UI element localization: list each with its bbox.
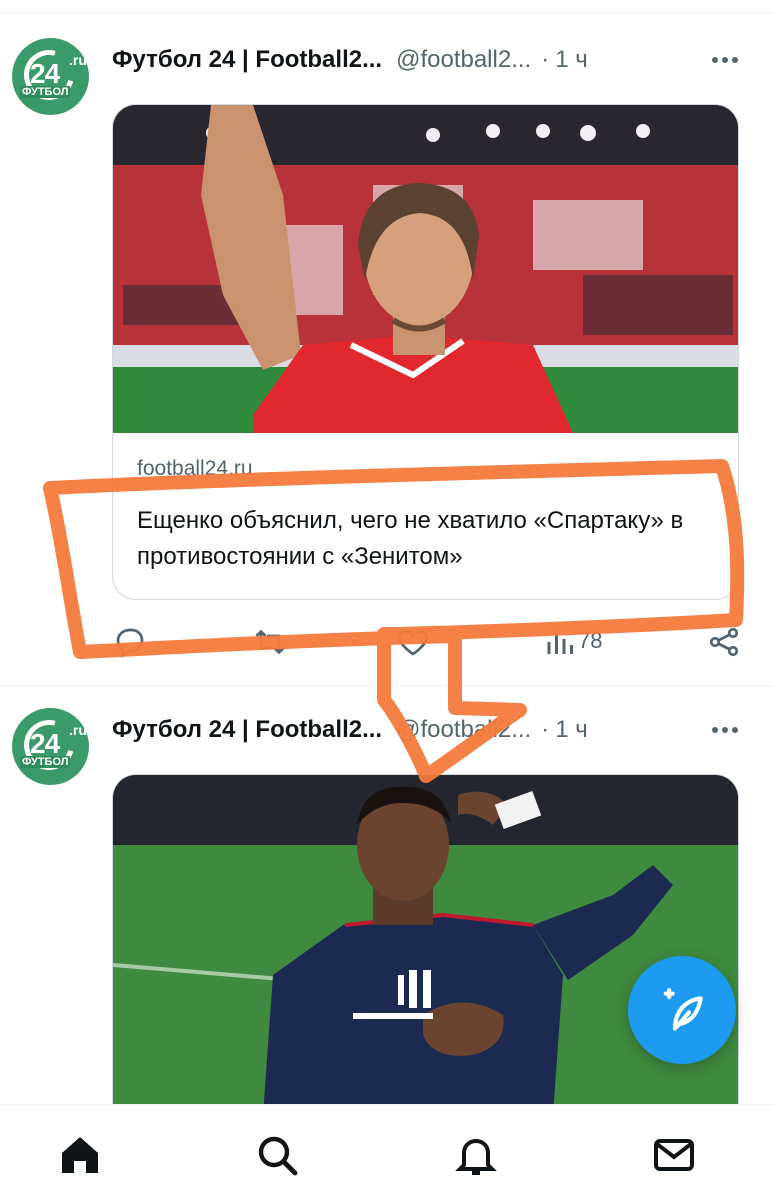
card-domain: football24.ru: [137, 457, 253, 480]
author-handle[interactable]: @football2...: [396, 716, 531, 743]
views-count: 78: [578, 628, 603, 653]
avatar-word: ФУТБОЛ: [20, 86, 71, 98]
views-icon[interactable]: [540, 624, 576, 660]
author-name[interactable]: Футбол 24 | Football2...: [112, 46, 382, 73]
heart-icon[interactable]: [395, 624, 431, 660]
avatar[interactable]: 24 .ru ФУТБОЛ: [12, 38, 89, 115]
separator-dot: ·: [541, 46, 550, 73]
notifications-icon[interactable]: [452, 1131, 500, 1179]
more-dots-icon[interactable]: [705, 720, 745, 740]
author-handle[interactable]: @football2...: [396, 46, 531, 73]
card-title[interactable]: Ещенко объяснил, чего не хватило «Спарта…: [137, 503, 727, 575]
card-image: [113, 105, 738, 433]
bottom-navigation: [0, 1104, 774, 1200]
search-icon[interactable]: [253, 1131, 301, 1179]
media-card[interactable]: [112, 774, 739, 1114]
compose-tweet-button[interactable]: [628, 956, 736, 1064]
more-dots-icon[interactable]: [705, 50, 745, 70]
link-card[interactable]: football24.ru Ещенко объяснил, чего не х…: [112, 104, 739, 600]
messages-icon[interactable]: [650, 1131, 698, 1179]
top-divider: [0, 12, 774, 13]
tweet-time[interactable]: 1 ч: [555, 716, 588, 743]
avatar-word: ФУТБОЛ: [20, 756, 71, 768]
card-image: [113, 775, 738, 1114]
retweet-icon[interactable]: [252, 624, 288, 660]
home-icon[interactable]: [56, 1131, 104, 1179]
tweet-header: Футбол 24 | Football2... @football2... · 1 …: [112, 42, 752, 78]
tweet-header: Футбол 24 | Football2... @football2... · 1 …: [112, 712, 752, 748]
share-icon[interactable]: [706, 624, 742, 660]
tweet-divider: [0, 686, 774, 687]
avatar[interactable]: 24 .ru ФУТБОЛ: [12, 708, 89, 785]
separator-dot: ·: [541, 716, 550, 743]
avatar-suffix: .ru: [69, 722, 87, 738]
tweet-actions: 78: [112, 624, 748, 664]
tweet[interactable]: 24 .ru ФУТБОЛ Футбол 24 | Football2... @f…: [0, 20, 774, 688]
author-name[interactable]: Футбол 24 | Football2...: [112, 716, 382, 743]
tweet-time[interactable]: 1 ч: [555, 46, 588, 73]
avatar-suffix: .ru: [69, 52, 87, 68]
compose-tweet-icon: [663, 988, 703, 1031]
reply-icon[interactable]: [112, 624, 148, 660]
